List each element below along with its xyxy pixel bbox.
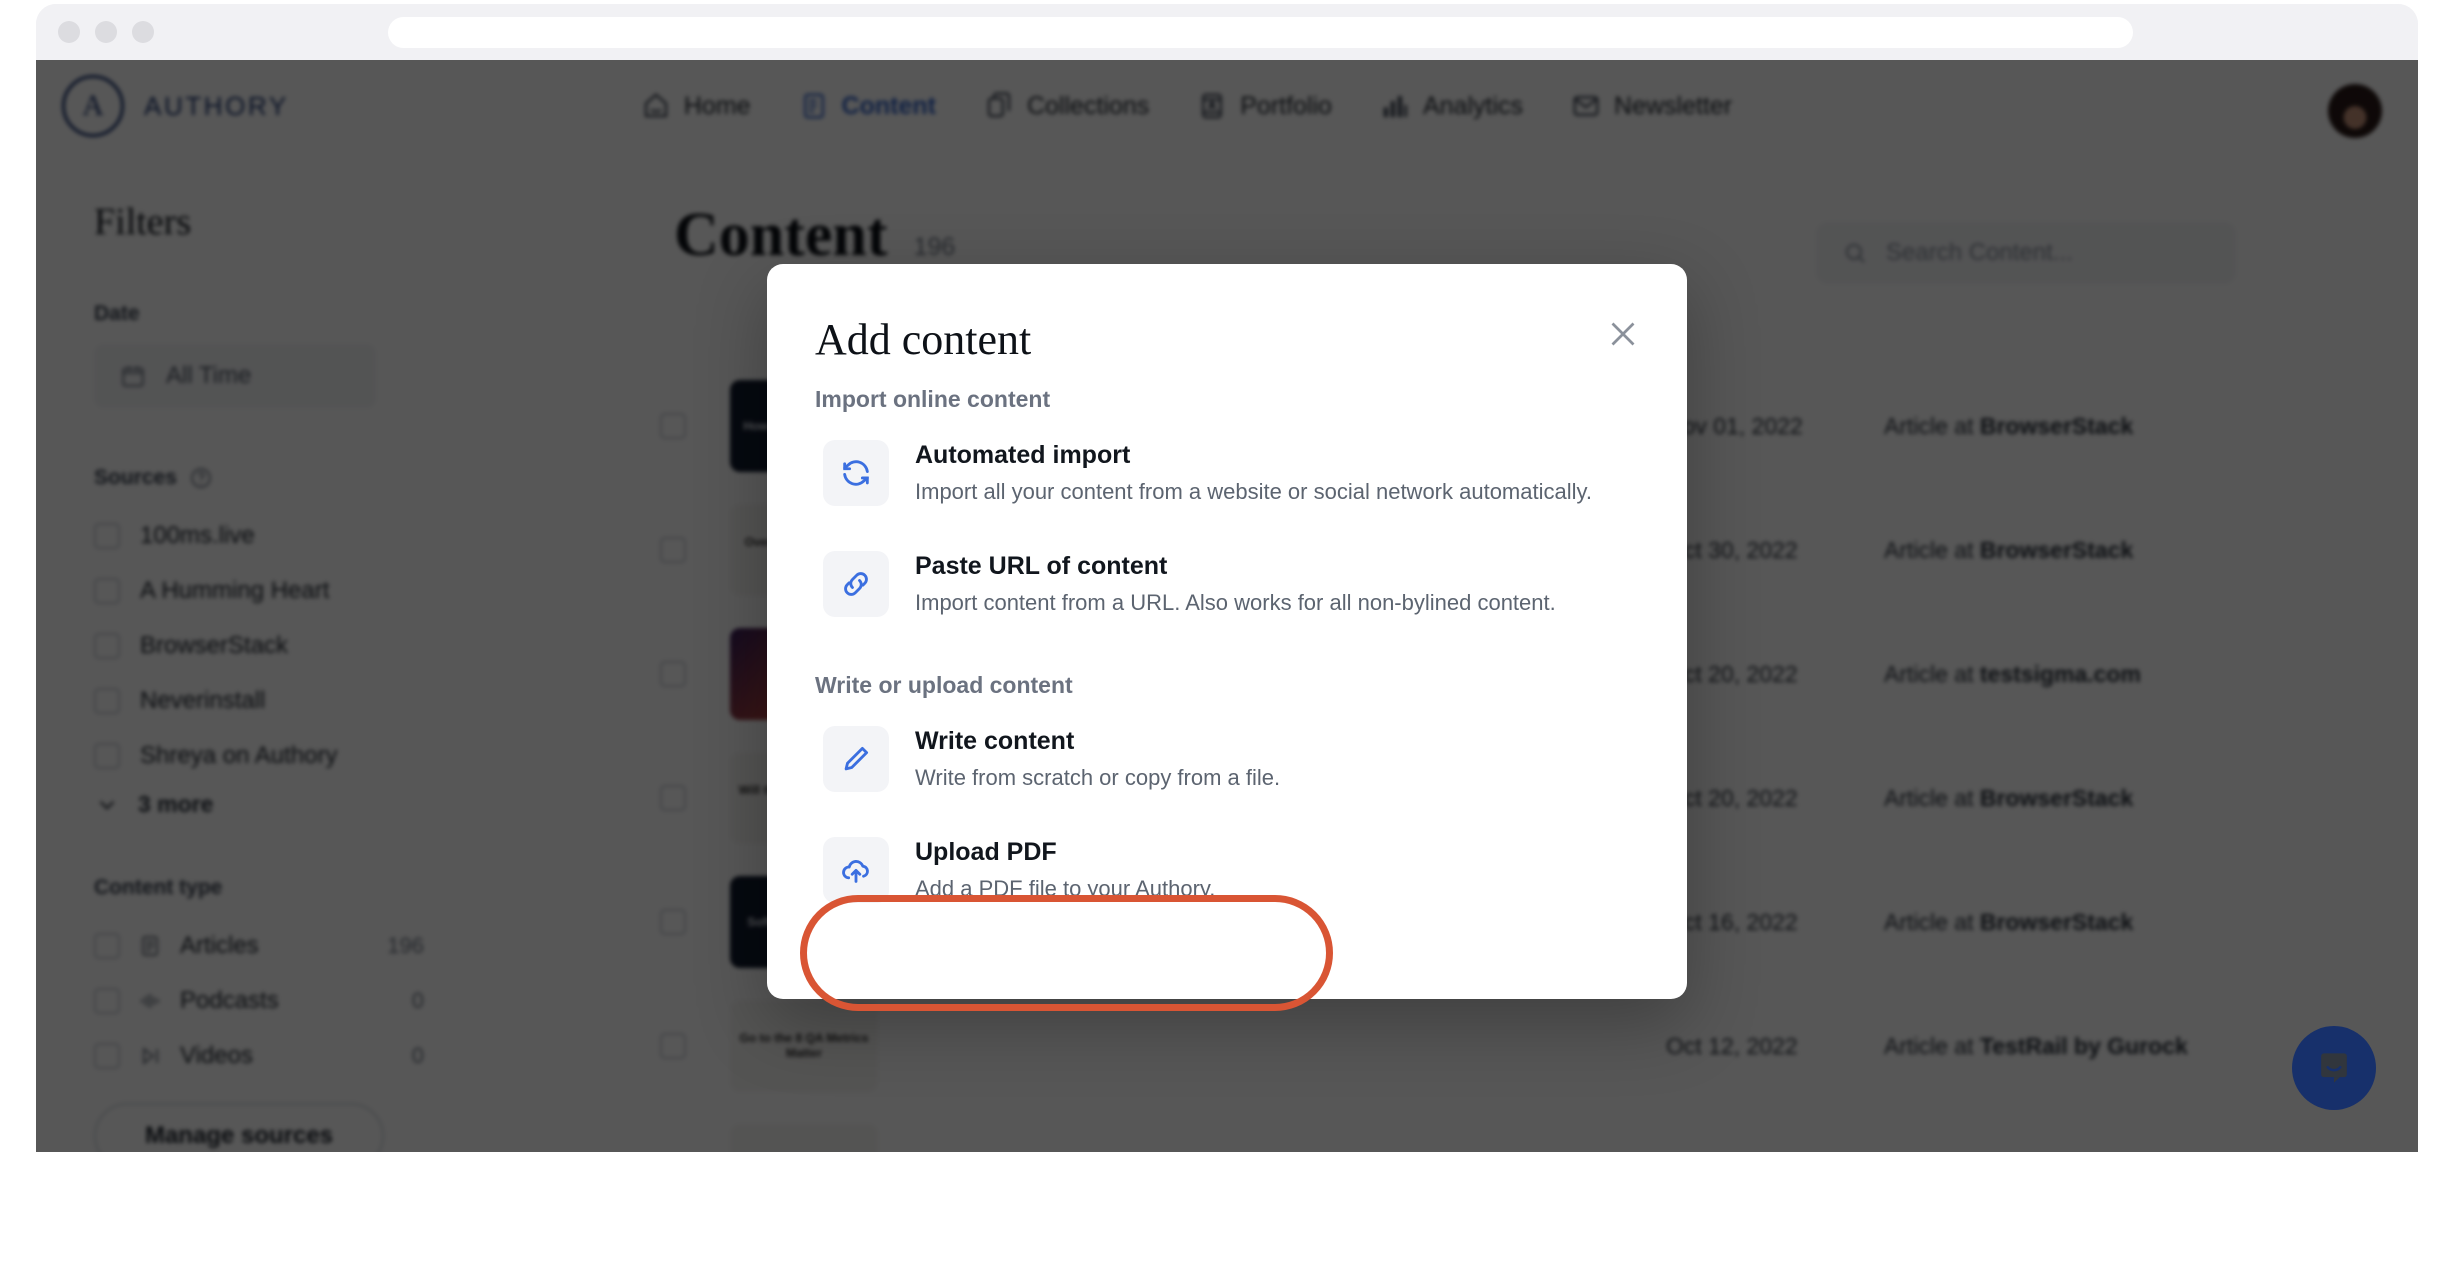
option-description: Add a PDF file to your Authory. (915, 876, 1216, 901)
close-window-button[interactable] (58, 21, 80, 43)
browser-window: A AUTHORY Home Content (36, 4, 2418, 1152)
traffic-lights[interactable] (58, 21, 154, 43)
minimize-window-button[interactable] (95, 21, 117, 43)
option-upload-pdf[interactable]: Upload PDF Add a PDF file to your Author… (807, 818, 1647, 922)
cloud-upload-icon (823, 837, 889, 903)
browser-titlebar (36, 4, 2418, 60)
close-icon[interactable] (1605, 316, 1641, 352)
modal-title: Add content (815, 315, 1032, 364)
refresh-sync-icon (823, 440, 889, 506)
option-title: Write content (915, 727, 1075, 755)
section-label-write-upload: Write or upload content (815, 672, 1073, 698)
option-automated-import[interactable]: Automated import Import all your content… (807, 421, 1647, 525)
option-description: Write from scratch or copy from a file. (915, 765, 1281, 790)
pencil-icon (823, 726, 889, 792)
option-description: Import content from a URL. Also works fo… (915, 590, 1556, 615)
option-description: Import all your content from a website o… (915, 479, 1592, 504)
option-title: Automated import (915, 441, 1131, 469)
address-bar[interactable] (388, 17, 2133, 48)
option-title: Upload PDF (915, 838, 1057, 866)
link-icon (823, 551, 889, 617)
app-viewport: A AUTHORY Home Content (36, 60, 2418, 1152)
option-paste-url[interactable]: Paste URL of content Import content from… (807, 532, 1647, 636)
section-label-import: Import online content (815, 386, 1051, 412)
chat-bubble-icon (2321, 1053, 2347, 1083)
maximize-window-button[interactable] (132, 21, 154, 43)
intercom-chat-button[interactable] (2292, 1026, 2376, 1110)
option-write-content[interactable]: Write content Write from scratch or copy… (807, 707, 1647, 811)
option-title: Paste URL of content (915, 552, 1168, 580)
add-content-modal: Add content Import online content Automa… (767, 264, 1687, 999)
